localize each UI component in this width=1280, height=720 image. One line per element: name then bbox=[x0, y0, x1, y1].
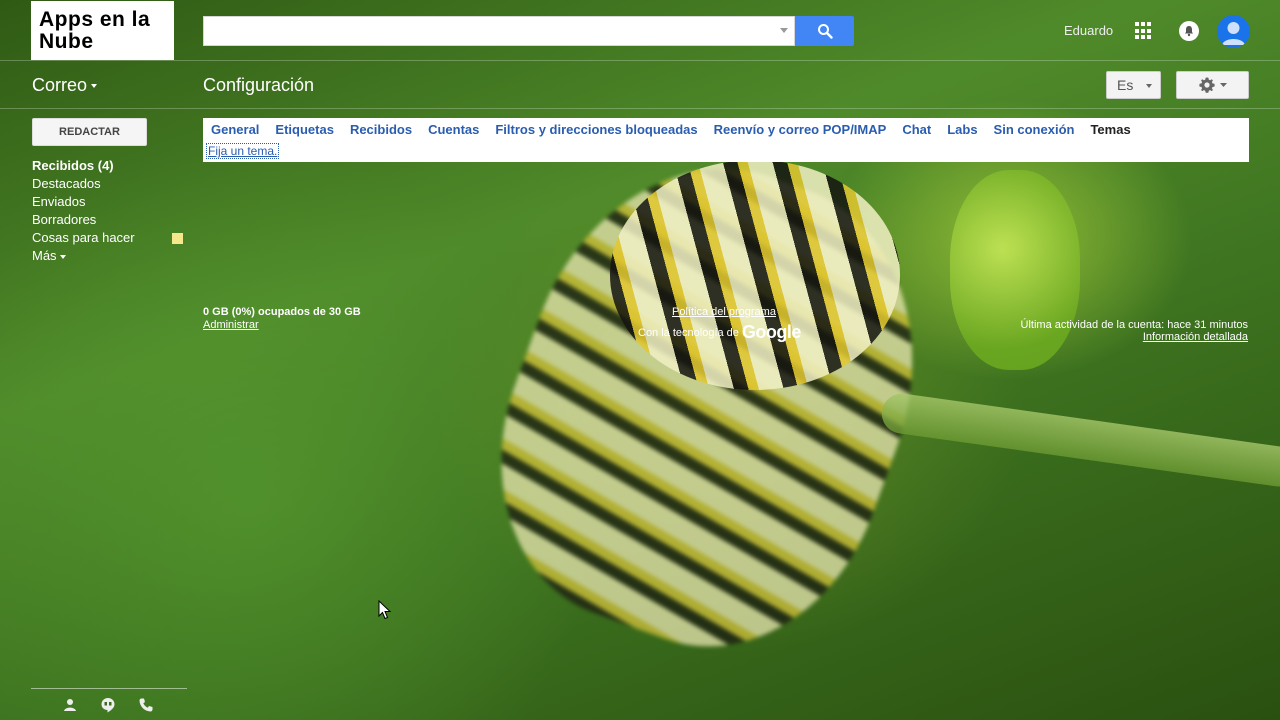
sidebar-item-drafts[interactable]: Borradores bbox=[32, 211, 184, 229]
detailed-info-link[interactable]: Información detallada bbox=[1143, 331, 1248, 343]
app-switcher-label: Correo bbox=[32, 75, 88, 95]
set-theme-link[interactable]: Fija un tema. bbox=[206, 143, 280, 159]
tab-accounts[interactable]: Cuentas bbox=[428, 122, 479, 137]
tab-labels[interactable]: Etiquetas bbox=[275, 122, 334, 137]
sidebar-item-todo-label[interactable]: Cosas para hacer bbox=[32, 229, 184, 247]
app-switcher[interactable]: Correo bbox=[32, 75, 98, 96]
logo[interactable]: Apps en la Nube bbox=[31, 1, 174, 60]
chevron-down-icon bbox=[59, 254, 66, 259]
sidebar-nav: Recibidos (4) Destacados Enviados Borrad… bbox=[32, 157, 184, 265]
manage-storage-link[interactable]: Administrar bbox=[203, 319, 259, 331]
google-logo: Google bbox=[741, 322, 802, 342]
person-icon[interactable] bbox=[62, 697, 78, 713]
sidebar-item-label: Más bbox=[32, 248, 57, 263]
settings-button[interactable] bbox=[1176, 71, 1249, 99]
phone-icon[interactable] bbox=[138, 697, 154, 713]
search-input[interactable] bbox=[203, 16, 795, 46]
search-icon bbox=[817, 24, 833, 39]
tab-filters[interactable]: Filtros y direcciones bloqueadas bbox=[495, 122, 697, 137]
sidebar-divider bbox=[31, 688, 187, 689]
last-account-activity: Última actividad de la cuenta: hace 31 m… bbox=[1020, 319, 1248, 331]
gear-icon bbox=[1199, 77, 1215, 93]
header-divider bbox=[0, 60, 1280, 61]
tab-labs[interactable]: Labs bbox=[947, 122, 977, 137]
tab-forwarding-pop-imap[interactable]: Reenvío y correo POP/IMAP bbox=[714, 122, 887, 137]
bell-icon[interactable] bbox=[1179, 21, 1199, 41]
language-label: Es bbox=[1117, 77, 1134, 93]
sidebar-bottom-toolbar bbox=[62, 697, 154, 713]
page-title: Configuración bbox=[203, 75, 315, 95]
hangouts-icon[interactable] bbox=[100, 697, 116, 713]
sidebar-item-starred[interactable]: Destacados bbox=[32, 175, 184, 193]
apps-grid-icon[interactable] bbox=[1135, 22, 1153, 40]
compose-button[interactable]: REDACTAR bbox=[32, 118, 147, 146]
search-button[interactable] bbox=[795, 16, 854, 46]
tab-chat[interactable]: Chat bbox=[902, 122, 931, 137]
caterpillar-head-shape bbox=[610, 160, 900, 390]
sidebar-item-inbox[interactable]: Recibidos (4) bbox=[32, 157, 184, 175]
sidebar-item-label: Cosas para hacer bbox=[32, 230, 135, 245]
user-name[interactable]: Eduardo bbox=[1064, 23, 1113, 38]
tab-themes[interactable]: Temas bbox=[1090, 122, 1130, 137]
powered-by: Con la tecnología de Google bbox=[638, 322, 801, 343]
label-color-swatch[interactable] bbox=[172, 233, 183, 244]
language-button[interactable]: Es bbox=[1106, 71, 1161, 99]
program-policy-link[interactable]: Política del programa bbox=[672, 306, 776, 318]
chevron-down-icon bbox=[91, 84, 98, 89]
settings-panel: General Etiquetas Recibidos Cuentas Filt… bbox=[203, 118, 1249, 162]
chevron-down-icon bbox=[1146, 84, 1152, 88]
storage-usage: 0 GB (0%) ocupados de 30 GB bbox=[203, 306, 361, 318]
sidebar-item-label: Borradores bbox=[32, 212, 97, 227]
mouse-cursor-icon bbox=[378, 599, 392, 625]
toolbar-divider bbox=[0, 108, 1280, 109]
plant-stem-shape bbox=[879, 390, 1280, 490]
avatar[interactable] bbox=[1217, 15, 1250, 48]
settings-tabs: General Etiquetas Recibidos Cuentas Filt… bbox=[211, 122, 1131, 137]
tab-inbox[interactable]: Recibidos bbox=[350, 122, 412, 137]
sidebar-item-label: Enviados bbox=[32, 194, 86, 209]
chevron-down-icon bbox=[1220, 83, 1227, 87]
search-options-chevron-icon[interactable] bbox=[780, 28, 788, 33]
flower-buds-shape bbox=[950, 170, 1080, 370]
tab-general[interactable]: General bbox=[211, 122, 259, 137]
sidebar-item-label: Recibidos (4) bbox=[32, 158, 114, 173]
avatar-icon bbox=[1222, 22, 1245, 45]
sidebar-item-label: Destacados bbox=[32, 176, 101, 191]
sidebar-item-more[interactable]: Más bbox=[32, 247, 184, 265]
tab-offline[interactable]: Sin conexión bbox=[994, 122, 1075, 137]
powered-by-text: Con la tecnología de bbox=[638, 326, 739, 339]
sidebar-item-sent[interactable]: Enviados bbox=[32, 193, 184, 211]
